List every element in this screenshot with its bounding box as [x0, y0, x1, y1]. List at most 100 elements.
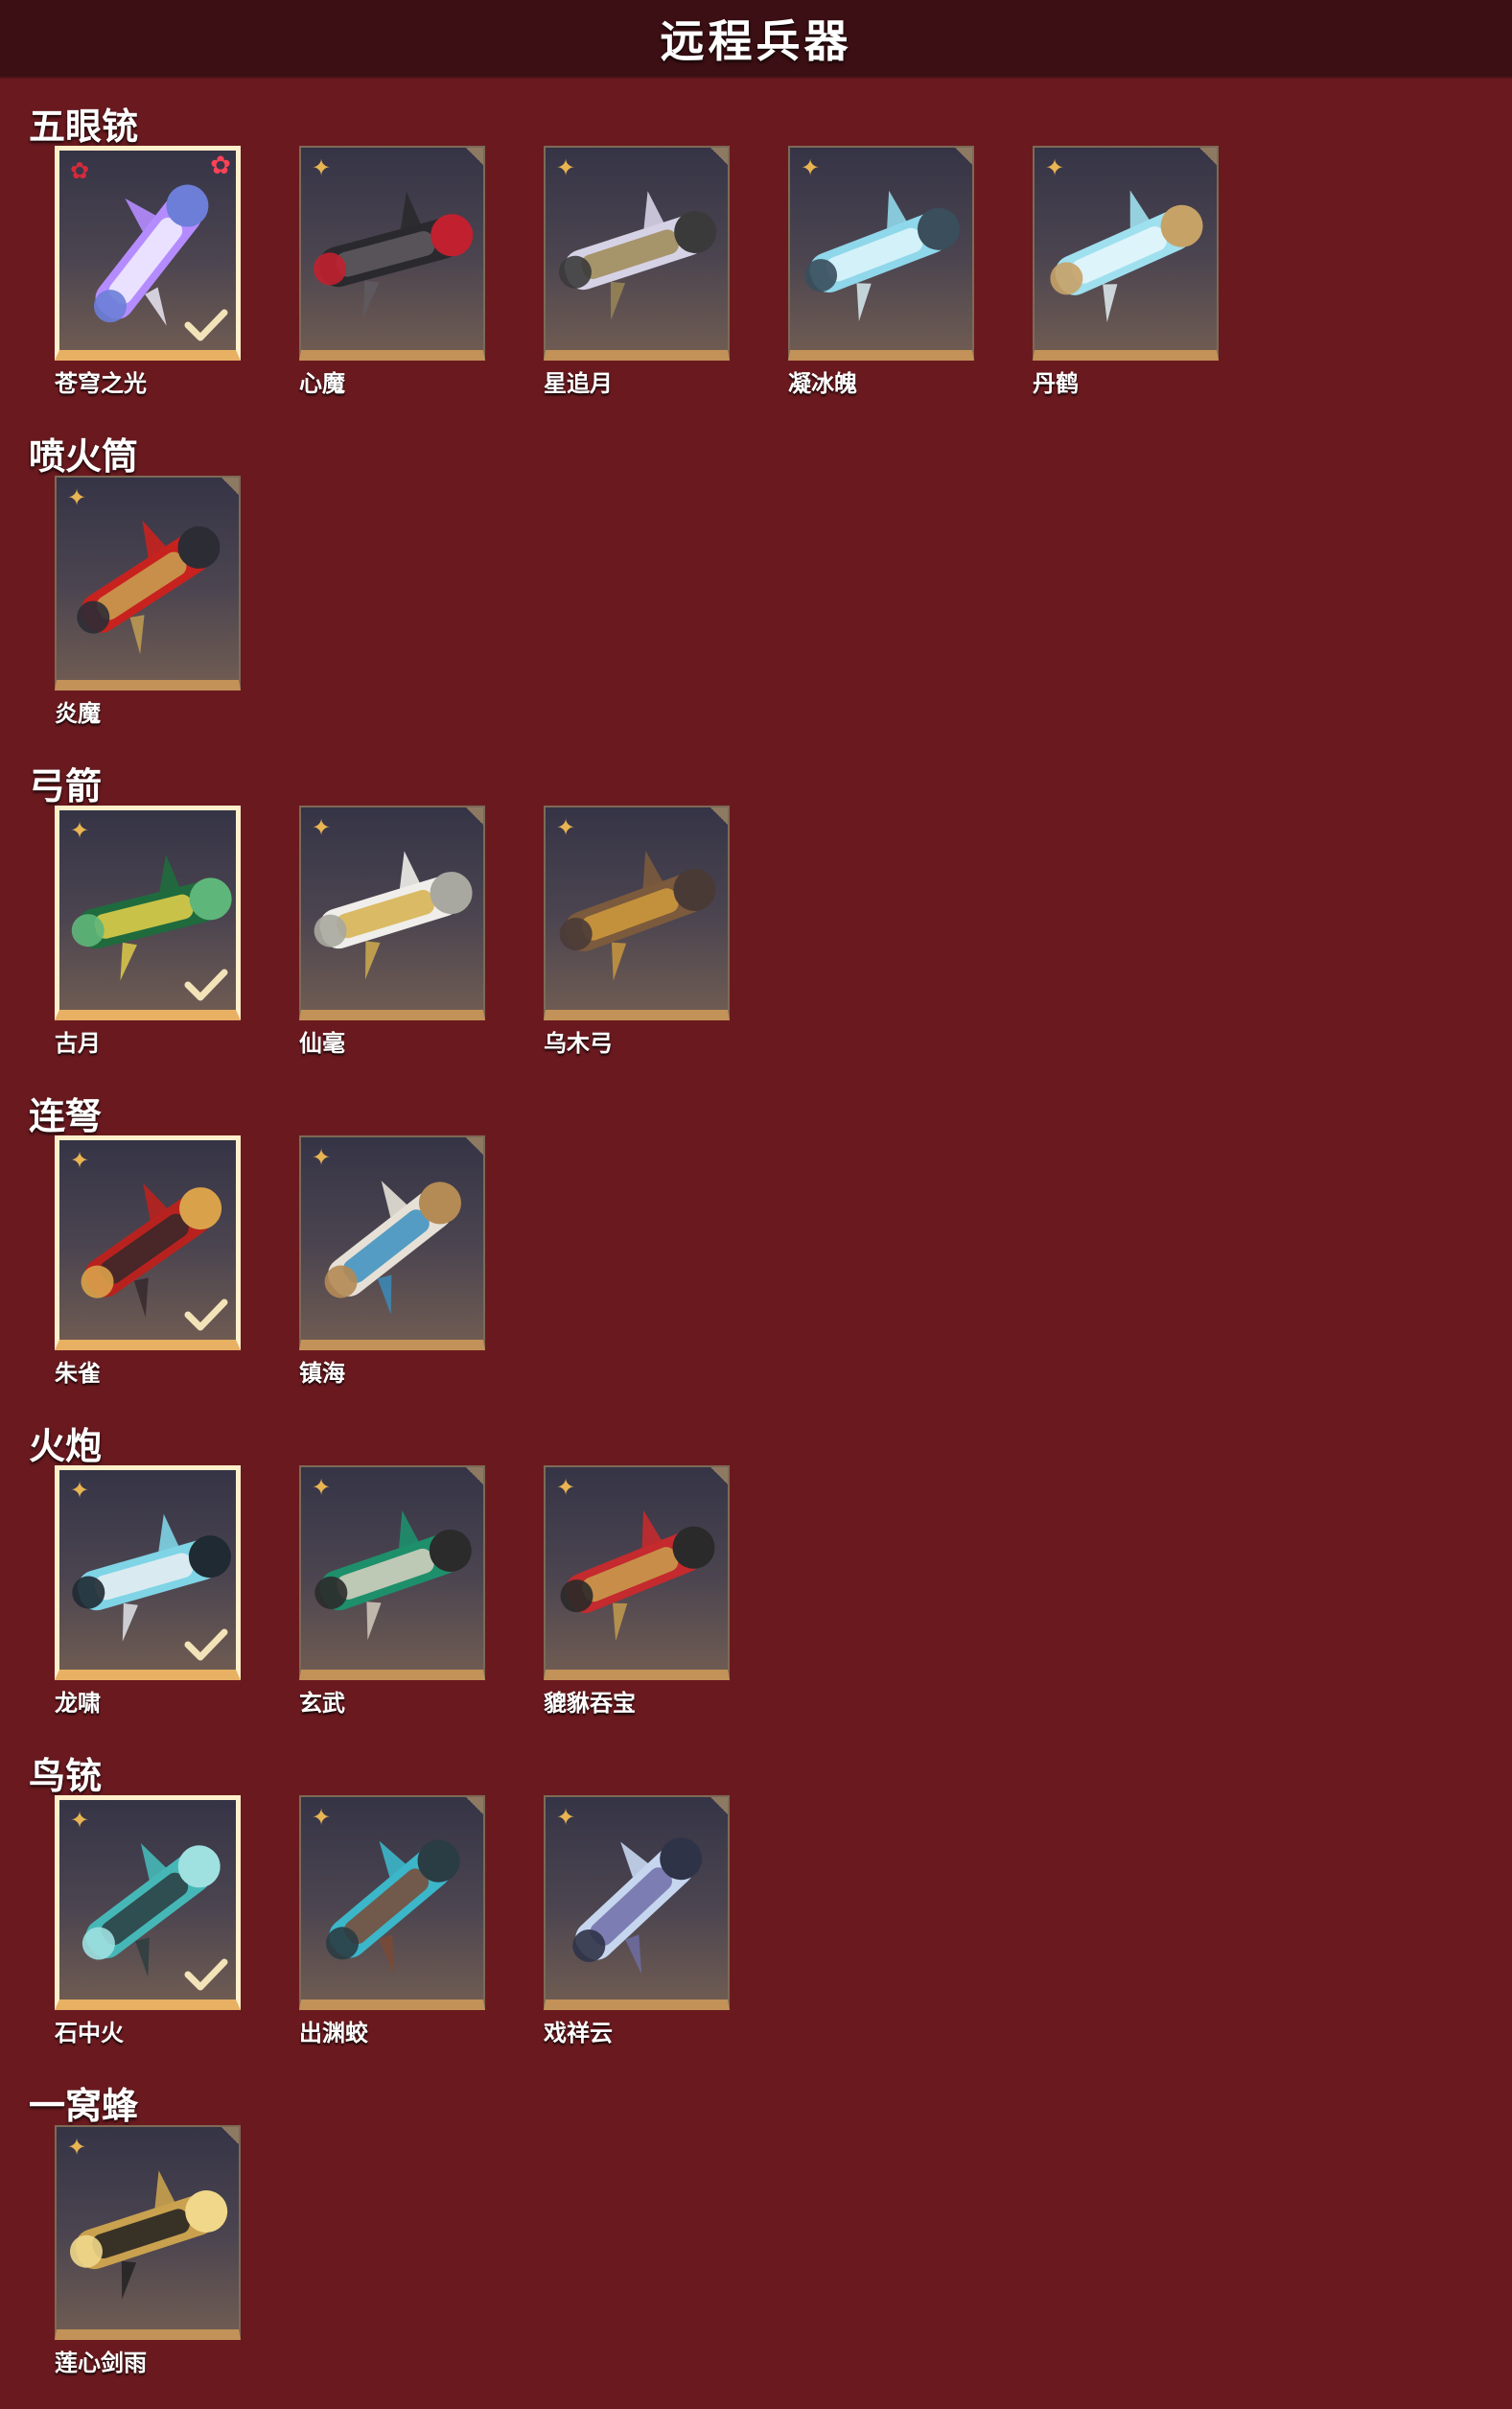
weapon-card[interactable]: ✦ — [299, 1795, 485, 2010]
rank-star-icon: ✦ — [555, 1474, 576, 1501]
weapon-item[interactable]: ✦ 朱雀 — [55, 1135, 241, 1388]
weapon-name: 玄武 — [299, 1690, 345, 1717]
checkmark-icon — [184, 1298, 228, 1331]
weapon-card[interactable]: ✦ — [299, 806, 485, 1020]
checkmark-icon — [184, 1958, 228, 1991]
weapon-item[interactable]: ✦ 出渊蛟 — [299, 1795, 485, 2047]
category-section: 喷火筒 ✦ 炎魔 — [0, 430, 1512, 760]
corner-tab-icon — [709, 148, 728, 167]
corner-tab-icon — [464, 1137, 483, 1157]
weapon-card[interactable]: ✦ — [55, 1135, 241, 1350]
rank-star-icon: ✦ — [69, 1147, 90, 1174]
weapon-item[interactable]: ✦ 星追月 — [544, 146, 730, 398]
weapon-list: ✦ 朱雀 ✦ 镇海 — [55, 1135, 485, 1388]
weapon-card[interactable]: ✦ — [788, 146, 974, 361]
weapon-name: 丹鹤 — [1033, 370, 1079, 397]
rank-star-icon: ✦ — [66, 2134, 87, 2161]
weapon-item[interactable]: ✦ 凝冰魄 — [788, 146, 974, 398]
rank-star-icon: ✦ — [311, 814, 332, 841]
weapon-card[interactable]: ✦ — [544, 806, 730, 1020]
weapon-item[interactable]: ✦ 莲心剑雨 — [55, 2125, 241, 2377]
rank-star-icon: ✦ — [555, 814, 576, 841]
weapon-card[interactable]: ✦ — [55, 1465, 241, 1680]
category-section: 五眼铳 ✿ ✿ 苍穹之光 ✦ 心魔 ✦ 星追月 ✦ 凝冰魄 ✦ 丹鹤 — [0, 100, 1512, 430]
new-badge-icon: ✿ — [210, 152, 231, 180]
weapon-card[interactable]: ✦ — [544, 146, 730, 361]
weapon-card[interactable]: ✦ — [1033, 146, 1219, 361]
corner-tab-icon — [464, 807, 483, 827]
corner-tab-icon — [709, 1797, 728, 1816]
rank-star-icon: ✦ — [311, 1144, 332, 1171]
category-section: 鸟铳 ✦ 石中火 ✦ 出渊蛟 ✦ 戏祥云 — [0, 1749, 1512, 2079]
category-title: 弓箭 — [29, 765, 103, 807]
weapon-item[interactable]: ✦ 石中火 — [55, 1795, 241, 2047]
weapon-name: 出渊蛟 — [299, 2020, 368, 2046]
rank-star-icon: ✿ — [69, 157, 90, 184]
weapon-name: 凝冰魄 — [788, 370, 857, 397]
rank-star-icon: ✦ — [1044, 154, 1065, 181]
category-title: 五眼铳 — [29, 105, 139, 148]
weapon-name: 石中火 — [55, 2020, 124, 2046]
weapon-item[interactable]: ✦ 龙啸 — [55, 1465, 241, 1718]
weapon-name: 仙毫 — [299, 1030, 345, 1057]
weapon-card[interactable]: ✦ — [299, 1465, 485, 1680]
weapon-item[interactable]: ✦ 丹鹤 — [1033, 146, 1219, 398]
weapon-card[interactable]: ✦ — [55, 1795, 241, 2010]
weapon-name: 炎魔 — [55, 700, 101, 727]
weapon-card[interactable]: ✦ — [299, 1135, 485, 1350]
weapon-name: 貔貅吞宝 — [544, 1690, 636, 1717]
corner-tab-icon — [464, 1797, 483, 1816]
category-section: 一窝蜂 ✦ 莲心剑雨 — [0, 2079, 1512, 2409]
weapon-name: 龙啸 — [55, 1690, 101, 1717]
rank-star-icon: ✦ — [555, 154, 576, 181]
category-title: 一窝蜂 — [29, 2085, 139, 2127]
weapon-list: ✦ 莲心剑雨 — [55, 2125, 241, 2377]
rank-star-icon: ✦ — [800, 154, 821, 181]
rank-star-icon: ✦ — [69, 1477, 90, 1504]
weapon-item[interactable]: ✦ 心魔 — [299, 146, 485, 398]
rank-star-icon: ✦ — [311, 1474, 332, 1501]
weapon-item[interactable]: ✦ 炎魔 — [55, 476, 241, 728]
weapon-card[interactable]: ✦ — [299, 146, 485, 361]
rank-star-icon: ✦ — [311, 1804, 332, 1831]
weapon-item[interactable]: ✦ 貔貅吞宝 — [544, 1465, 730, 1718]
title-bar: 远程兵器 — [0, 0, 1512, 79]
weapon-item[interactable]: ✦ 镇海 — [299, 1135, 485, 1388]
checkmark-icon — [184, 1628, 228, 1661]
weapon-item[interactable]: ✦ 古月 — [55, 806, 241, 1058]
corner-tab-icon — [1198, 148, 1217, 167]
weapon-card[interactable]: ✦ — [55, 806, 241, 1020]
corner-tab-icon — [220, 2127, 239, 2146]
category-title: 鸟铳 — [29, 1755, 103, 1797]
weapon-item[interactable]: ✦ 戏祥云 — [544, 1795, 730, 2047]
weapon-card[interactable]: ✦ — [55, 476, 241, 690]
corner-tab-icon — [953, 148, 972, 167]
category-title: 连弩 — [29, 1095, 103, 1137]
weapon-name: 心魔 — [299, 370, 345, 397]
weapon-list: ✦ 古月 ✦ 仙毫 ✦ 乌木弓 — [55, 806, 730, 1058]
corner-tab-icon — [464, 1467, 483, 1486]
weapon-name: 朱雀 — [55, 1360, 101, 1387]
weapon-item[interactable]: ✿ ✿ 苍穹之光 — [55, 146, 241, 398]
corner-tab-icon — [709, 1467, 728, 1486]
weapon-name: 镇海 — [299, 1360, 345, 1387]
weapon-item[interactable]: ✦ 乌木弓 — [544, 806, 730, 1058]
rank-star-icon: ✦ — [69, 817, 90, 844]
weapon-card[interactable]: ✿ ✿ — [55, 146, 241, 361]
weapon-card[interactable]: ✦ — [544, 1795, 730, 2010]
weapon-name: 乌木弓 — [544, 1030, 613, 1057]
weapon-name: 戏祥云 — [544, 2020, 613, 2046]
weapon-name: 星追月 — [544, 370, 613, 397]
rank-star-icon: ✦ — [555, 1804, 576, 1831]
rank-star-icon: ✦ — [311, 154, 332, 181]
corner-tab-icon — [464, 148, 483, 167]
weapon-card[interactable]: ✦ — [544, 1465, 730, 1680]
rank-star-icon: ✦ — [69, 1807, 90, 1834]
weapon-item[interactable]: ✦ 玄武 — [299, 1465, 485, 1718]
category-title: 火炮 — [29, 1425, 103, 1467]
weapon-item[interactable]: ✦ 仙毫 — [299, 806, 485, 1058]
category-section: 连弩 ✦ 朱雀 ✦ 镇海 — [0, 1089, 1512, 1419]
corner-tab-icon — [220, 478, 239, 497]
weapon-card[interactable]: ✦ — [55, 2125, 241, 2340]
weapon-name: 古月 — [55, 1030, 101, 1057]
